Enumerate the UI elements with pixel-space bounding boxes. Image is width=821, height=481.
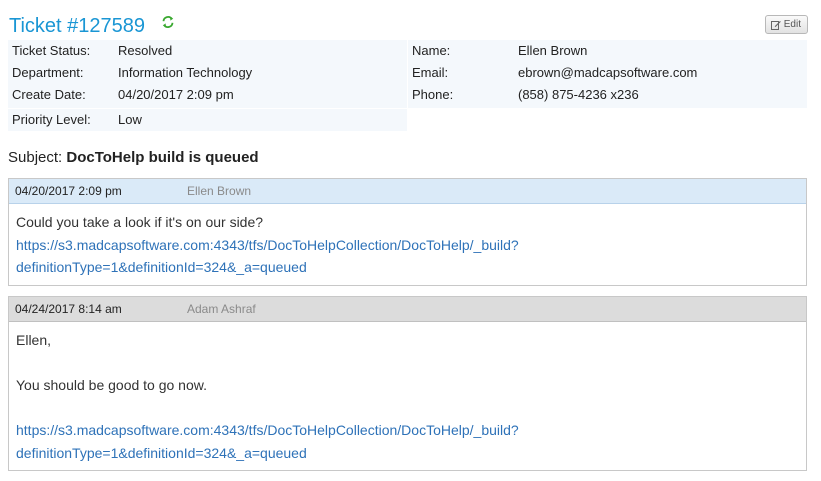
message-author: Adam Ashraf [187, 302, 256, 316]
create-date-label: Create Date: [12, 87, 86, 102]
create-date-value: 04/20/2017 2:09 pm [118, 87, 234, 102]
ticket-info-left: Ticket Status: Resolved Department: Info… [8, 40, 407, 108]
message-date: 04/24/2017 8:14 am [15, 302, 122, 316]
ticket-title: Ticket #127589 [9, 15, 146, 37]
department-value: Information Technology [118, 65, 253, 80]
subject-text: DocToHelp build is queued [66, 149, 259, 166]
message-body: Ellen, You should be good to go now. htt… [9, 322, 806, 464]
ticket-info-priority: Priority Level: Low [8, 109, 407, 131]
message-link[interactable]: https://s3.madcapsoftware.com:4343/tfs/D… [16, 237, 519, 253]
ticket-status-label: Ticket Status: [12, 43, 91, 58]
message-date: 04/20/2017 2:09 pm [15, 184, 122, 198]
message-header: 04/20/2017 2:09 pm Ellen Brown [9, 179, 806, 204]
message-link[interactable]: definitionType=1&definitionId=324&_a=que… [16, 445, 307, 461]
message-body: Could you take a look if it's on our sid… [9, 204, 806, 279]
email-value: ebrown@madcapsoftware.com [518, 65, 698, 80]
message-card: 04/24/2017 8:14 am Adam Ashraf Ellen, Yo… [8, 296, 807, 471]
subject-label: Subject: [8, 149, 63, 166]
message-text: Ellen, [16, 332, 52, 348]
department-label: Department: [12, 65, 84, 80]
phone-value: (858) 875-4236 x236 [518, 87, 639, 102]
message-link[interactable]: definitionType=1&definitionId=324&_a=que… [16, 259, 307, 275]
message-text: You should be good to go now. [16, 377, 207, 393]
edit-button[interactable]: Edit [764, 15, 808, 34]
message-text: Could you take a look if it's on our sid… [16, 214, 264, 230]
ticket-info-right: Name: Ellen Brown Email: ebrown@madcapso… [408, 40, 807, 108]
phone-label: Phone: [412, 87, 454, 102]
edit-button-label: Edit [783, 19, 801, 30]
refresh-icon[interactable] [161, 15, 175, 29]
message-card: 04/20/2017 2:09 pm Ellen Brown Could you… [8, 178, 807, 286]
message-link[interactable]: https://s3.madcapsoftware.com:4343/tfs/D… [16, 422, 519, 438]
priority-label: Priority Level: [12, 112, 91, 127]
priority-value: Low [118, 112, 142, 127]
ticket-header: Ticket #127589 Edit [9, 12, 808, 40]
message-header: 04/24/2017 8:14 am Adam Ashraf [9, 297, 806, 322]
name-label: Name: [412, 43, 451, 58]
edit-icon [770, 20, 781, 30]
name-value: Ellen Brown [518, 43, 588, 58]
subject-line: Subject: DocToHelp build is queued [8, 148, 259, 168]
message-author: Ellen Brown [187, 184, 252, 198]
ticket-status-value: Resolved [118, 43, 173, 58]
email-label: Email: [412, 65, 449, 80]
